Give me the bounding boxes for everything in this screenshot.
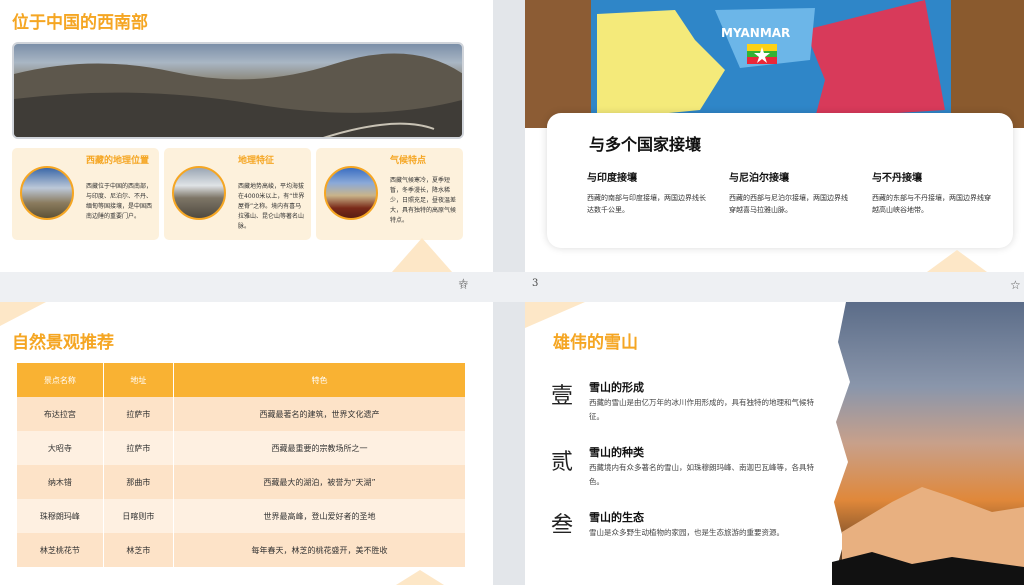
info-card-location: 西藏的地理位置 西藏位于中国的西南部，与印度、尼泊尔、不丹、缅甸等国接壤，是中国… [12,148,159,240]
table-cell: 每年春天，林芝的桃花盛开，美不胜收 [173,533,466,567]
content-panel: 与多个国家接壤 与印度接壤 西藏的南部与印度接壤，两国边界线长达数千公里。 与尼… [547,113,1013,248]
column-text: 西藏的东部与不丹接壤，两国边界线穿越高山峡谷地带。 [872,194,991,214]
slide-row-gap [0,272,1024,302]
table-header: 地址 [103,363,175,397]
card-text: 西藏气候寒冷，夏季短暂，冬季漫长，降水稀少，日照充足，昼夜温差大，具有独特的高原… [390,177,457,224]
slide-title: 与多个国家接壤 [589,135,702,154]
card-title: 地理特征 [238,156,275,166]
landscape-image [12,42,464,139]
item-title: 雪山的形成 [589,381,644,394]
column-title: 与印度接壤 [587,173,637,184]
decor-triangle [927,250,987,272]
card-text: 西藏位于中国的西南部，与印度、尼泊尔、不丹、缅甸等国接壤，是中国西南边陲的重要门… [86,183,153,220]
column-title: 与尼泊尔接壤 [729,173,789,184]
table-header: 景点名称 [17,363,104,397]
card-photo [172,166,226,220]
column-india: 与印度接壤 西藏的南部与印度接壤，两国边界线长达数千公里。 [587,169,707,216]
map-image: MYANMAR [525,0,1024,128]
slide-thumbnail-1[interactable]: 位于中国的西南部 西藏的地理位置 西藏位于中国的西南部，与印度、尼泊尔、不丹、缅… [0,0,493,290]
item-title: 雪山的种类 [589,446,644,459]
column-text: 西藏的西部与尼泊尔接壤，两国边界线穿越喜马拉雅山脉。 [729,194,848,214]
table-cell: 拉萨市 [103,397,175,431]
card-text: 西藏地势高峻，平均海拔在4000米以上，有“世界屋脊”之称。境内有喜马拉雅山、昆… [238,183,305,230]
slide-title: 自然景观推荐 [12,333,114,353]
table-cell: 大昭寺 [17,431,104,465]
slide-thumbnail-4[interactable]: 雄伟的雪山 壹 雪山的形成 西藏的雪山是由亿万年的冰川作用形成的，具有独特的地理… [525,302,1024,585]
decor-triangle [396,570,444,585]
scenery-table: 景点名称 地址 特色 布达拉宫 拉萨市 西藏最著名的建筑，世界文化遗产 大昭寺 拉萨市… [17,363,466,567]
card-title: 气候特点 [390,156,427,166]
table-cell: 西藏最大的湖泊，被誉为“天湖” [173,465,466,499]
snow-mountain-image [832,302,1024,585]
slide-thumbnail-3[interactable]: 自然景观推荐 景点名称 地址 特色 布达拉宫 拉萨市 西藏最著名的建筑，世界文化遗产… [0,302,493,585]
item-text: 雪山是众多野生动植物的家园，也是生态旅游的重要资源。 [589,528,784,537]
table-cell: 那曲市 [103,465,175,499]
table-cell: 西藏最重要的宗教场所之一 [173,431,466,465]
table-row: 纳木错 那曲市 西藏最大的湖泊，被誉为“天湖” [17,465,466,499]
column-bhutan: 与不丹接壤 西藏的东部与不丹接壤，两国边界线穿越高山峡谷地带。 [872,169,992,216]
table-cell: 布达拉宫 [17,397,104,431]
slide-title: 雄伟的雪山 [553,333,638,353]
table-cell: 西藏最著名的建筑，世界文化遗产 [173,397,466,431]
numeral-one: 壹 [551,384,574,409]
table-cell: 纳木错 [17,465,104,499]
card-title: 西藏的地理位置 [86,156,150,166]
numeral-three: 叁 [551,513,574,538]
column-title: 与不丹接壤 [872,173,922,184]
decor-triangle [0,302,46,326]
page-number: 3 [532,278,539,289]
table-cell: 世界最高峰，登山爱好者的圣地 [173,499,466,533]
column-text: 西藏的南部与印度接壤，两国边界线长达数千公里。 [587,194,706,214]
table-cell: 拉萨市 [103,431,175,465]
slide-title: 位于中国的西南部 [12,13,148,33]
table-row: 大昭寺 拉萨市 西藏最重要的宗教场所之一 [17,431,466,465]
table-cell: 珠穆朗玛峰 [17,499,104,533]
decor-triangle [392,238,452,272]
table-header: 特色 [173,363,466,397]
item-text: 西藏境内有众多著名的雪山，如珠穆朗玛峰、南迦巴瓦峰等，各具特色。 [589,463,814,486]
card-photo [20,166,74,220]
table-row: 珠穆朗玛峰 日喀则市 世界最高峰，登山爱好者的圣地 [17,499,466,533]
item-title: 雪山的生态 [589,511,644,524]
star-icon[interactable]: ☆ [458,278,469,292]
slide-thumbnail-2[interactable]: MYANMAR 与多个国家接壤 与印度接壤 西藏的南部与印度接壤，两国边界线长达… [525,0,1024,272]
numeral-two: 贰 [551,450,574,475]
table-cell: 林芝桃花节 [17,533,104,567]
info-card-geography: 地理特征 西藏地势高峻，平均海拔在4000米以上，有“世界屋脊”之称。境内有喜马… [164,148,311,240]
decor-triangle [525,302,585,328]
info-card-climate: 气候特点 西藏气候寒冷，夏季短暂，冬季漫长，降水稀少，日照充足，昼夜温差大，具有… [316,148,463,240]
table-cell: 日喀则市 [103,499,175,533]
table-cell: 林芝市 [103,533,175,567]
item-text: 西藏的雪山是由亿万年的冰川作用形成的，具有独特的地理和气候特征。 [589,398,814,421]
table-row: 布达拉宫 拉萨市 西藏最著名的建筑，世界文化遗产 [17,397,466,431]
card-photo [324,166,378,220]
map-label: MYANMAR [721,26,791,40]
star-icon[interactable]: ☆ [1010,278,1021,292]
column-nepal: 与尼泊尔接壤 西藏的西部与尼泊尔接壤，两国边界线穿越喜马拉雅山脉。 [729,169,849,216]
table-row: 林芝桃花节 林芝市 每年春天，林芝的桃花盛开，美不胜收 [17,533,466,567]
